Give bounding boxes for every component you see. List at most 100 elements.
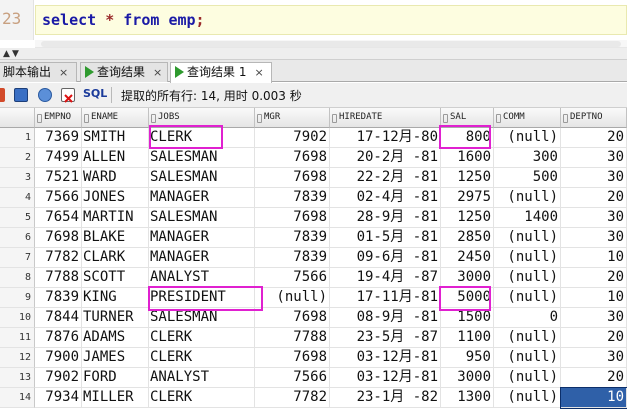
row-number[interactable]: 6 bbox=[0, 228, 35, 248]
cell-ename[interactable]: CLARK bbox=[82, 248, 149, 268]
cell-ename[interactable]: MARTIN bbox=[82, 208, 149, 228]
cell-deptno[interactable]: 30 bbox=[561, 308, 627, 328]
column-header-mgr[interactable]: MGR bbox=[255, 108, 330, 128]
cell-sal[interactable]: 950 bbox=[441, 348, 494, 368]
row-number[interactable]: 11 bbox=[0, 328, 35, 348]
cell-deptno[interactable]: 30 bbox=[561, 348, 627, 368]
table-row[interactable]: 9 7839 KING PRESIDENT (null) 17-11月-81 5000 (nu… bbox=[0, 288, 627, 308]
cell-sal[interactable]: 800 bbox=[441, 128, 494, 148]
cell-hiredate[interactable]: 02-4月 -81 bbox=[330, 188, 441, 208]
cell-hiredate[interactable]: 23-5月 -87 bbox=[330, 328, 441, 348]
cell-comm[interactable]: (null) bbox=[494, 328, 561, 348]
table-row[interactable]: 8 7788 SCOTT ANALYST 7566 19-4月 -87 3000 (null)… bbox=[0, 268, 627, 288]
cancel-fetch-icon[interactable] bbox=[61, 88, 75, 103]
cell-jobs[interactable]: CLERK bbox=[149, 128, 255, 148]
cell-jobs[interactable]: MANAGER bbox=[149, 228, 255, 248]
table-row[interactable]: 13 7902 FORD ANALYST 7566 03-12月-81 3000 (null)… bbox=[0, 368, 627, 388]
cell-ename[interactable]: ALLEN bbox=[82, 148, 149, 168]
row-number[interactable]: 2 bbox=[0, 148, 35, 168]
row-number[interactable]: 1 bbox=[0, 128, 35, 148]
table-row[interactable]: 2 7499 ALLEN SALESMAN 7698 20-2月 -81 1600 300 30 bbox=[0, 148, 627, 168]
column-header-jobs[interactable]: JOBS bbox=[149, 108, 255, 128]
table-row[interactable]: 14 7934 MILLER CLERK 7782 23-1月 -82 1300 (null)… bbox=[0, 387, 627, 409]
row-number[interactable]: 9 bbox=[0, 288, 35, 308]
cell-comm[interactable]: (null) bbox=[494, 228, 561, 248]
cell-comm[interactable]: (null) bbox=[494, 288, 561, 308]
sql-statement[interactable]: select * from emp; bbox=[42, 11, 205, 29]
result-grid[interactable]: EMPNO ENAME JOBS MGR HIREDATE SAL COMM D… bbox=[0, 108, 627, 409]
cell-mgr[interactable]: 7788 bbox=[255, 328, 330, 348]
cell-jobs[interactable]: ANALYST bbox=[149, 368, 255, 388]
cell-sal[interactable]: 1250 bbox=[441, 208, 494, 228]
cell-hiredate[interactable]: 19-4月 -87 bbox=[330, 268, 441, 288]
cell-hiredate[interactable]: 22-2月 -81 bbox=[330, 168, 441, 188]
cell-sal[interactable]: 3000 bbox=[441, 268, 494, 288]
tab-close-icon[interactable]: × bbox=[59, 66, 68, 79]
table-row[interactable]: 6 7698 BLAKE MANAGER 7839 01-5月 -81 2850 (null)… bbox=[0, 228, 627, 248]
cell-sal[interactable]: 2975 bbox=[441, 188, 494, 208]
cell-mgr[interactable]: 7698 bbox=[255, 348, 330, 368]
cell-ename[interactable]: TURNER bbox=[82, 308, 149, 328]
cell-empno[interactable]: 7566 bbox=[35, 188, 82, 208]
cell-comm[interactable]: (null) bbox=[494, 348, 561, 368]
cell-mgr[interactable]: 7566 bbox=[255, 368, 330, 388]
cell-sal[interactable]: 5000 bbox=[441, 288, 494, 308]
cell-hiredate[interactable]: 03-12月-81 bbox=[330, 348, 441, 368]
cell-hiredate[interactable]: 20-2月 -81 bbox=[330, 148, 441, 168]
cell-mgr[interactable]: 7839 bbox=[255, 188, 330, 208]
column-header-ename[interactable]: ENAME bbox=[82, 108, 149, 128]
cell-mgr[interactable]: 7839 bbox=[255, 228, 330, 248]
tab-script-output[interactable]: 脚本输出 × bbox=[0, 62, 77, 82]
cell-deptno[interactable]: 10 bbox=[561, 288, 627, 308]
cell-jobs[interactable]: CLERK bbox=[149, 328, 255, 348]
cell-empno[interactable]: 7521 bbox=[35, 168, 82, 188]
cell-mgr[interactable]: 7698 bbox=[255, 208, 330, 228]
cell-hiredate[interactable]: 17-11月-81 bbox=[330, 288, 441, 308]
sql-button[interactable]: SQL bbox=[83, 87, 107, 100]
cell-empno[interactable]: 7369 bbox=[35, 128, 82, 148]
cell-ename[interactable]: ADAMS bbox=[82, 328, 149, 348]
refresh-db-icon[interactable] bbox=[38, 88, 52, 102]
cell-mgr[interactable]: 7782 bbox=[255, 388, 330, 408]
row-number[interactable]: 5 bbox=[0, 208, 35, 228]
cell-deptno[interactable]: 20 bbox=[561, 368, 627, 388]
cell-comm[interactable]: (null) bbox=[494, 128, 561, 148]
cell-empno[interactable]: 7499 bbox=[35, 148, 82, 168]
cell-mgr[interactable]: 7902 bbox=[255, 128, 330, 148]
save-icon[interactable] bbox=[14, 88, 28, 102]
cell-hiredate[interactable]: 08-9月 -81 bbox=[330, 308, 441, 328]
cell-mgr[interactable]: 7698 bbox=[255, 308, 330, 328]
cell-ename[interactable]: SCOTT bbox=[82, 268, 149, 288]
column-header-deptno[interactable]: DEPTNO bbox=[561, 108, 627, 128]
cell-sal[interactable]: 2850 bbox=[441, 228, 494, 248]
cell-deptno[interactable]: 30 bbox=[561, 148, 627, 168]
table-row[interactable]: 11 7876 ADAMS CLERK 7788 23-5月 -87 1100 (null) 2… bbox=[0, 328, 627, 348]
cell-mgr[interactable]: 7566 bbox=[255, 268, 330, 288]
table-row[interactable]: 7 7782 CLARK MANAGER 7839 09-6月 -81 2450 (null)… bbox=[0, 248, 627, 268]
cell-jobs[interactable]: SALESMAN bbox=[149, 168, 255, 188]
sql-editor[interactable]: 23 select * from emp; bbox=[0, 0, 627, 40]
row-number[interactable]: 13 bbox=[0, 368, 35, 388]
cell-hiredate[interactable]: 23-1月 -82 bbox=[330, 388, 441, 408]
current-code-line[interactable]: select * from emp; bbox=[35, 5, 627, 35]
cell-deptno[interactable]: 20 bbox=[561, 268, 627, 288]
row-number[interactable]: 4 bbox=[0, 188, 35, 208]
cell-empno[interactable]: 7782 bbox=[35, 248, 82, 268]
cell-jobs[interactable]: SALESMAN bbox=[149, 148, 255, 168]
cell-deptno[interactable]: 20 bbox=[561, 328, 627, 348]
column-header-sal[interactable]: SAL bbox=[441, 108, 494, 128]
column-header-comm[interactable]: COMM bbox=[494, 108, 561, 128]
cell-deptno[interactable]: 10 bbox=[561, 248, 627, 268]
tab-close-icon[interactable]: × bbox=[254, 66, 263, 79]
cell-ename[interactable]: KING bbox=[82, 288, 149, 308]
cell-ename[interactable]: JONES bbox=[82, 188, 149, 208]
cell-empno[interactable]: 7844 bbox=[35, 308, 82, 328]
cell-hiredate[interactable]: 09-6月 -81 bbox=[330, 248, 441, 268]
cell-jobs[interactable]: CLERK bbox=[149, 348, 255, 368]
cell-comm[interactable]: 300 bbox=[494, 148, 561, 168]
cell-jobs[interactable]: SALESMAN bbox=[149, 208, 255, 228]
cell-ename[interactable]: BLAKE bbox=[82, 228, 149, 248]
cell-mgr[interactable]: (null) bbox=[255, 288, 330, 308]
cell-mgr[interactable]: 7698 bbox=[255, 148, 330, 168]
cell-empno[interactable]: 7934 bbox=[35, 388, 82, 408]
